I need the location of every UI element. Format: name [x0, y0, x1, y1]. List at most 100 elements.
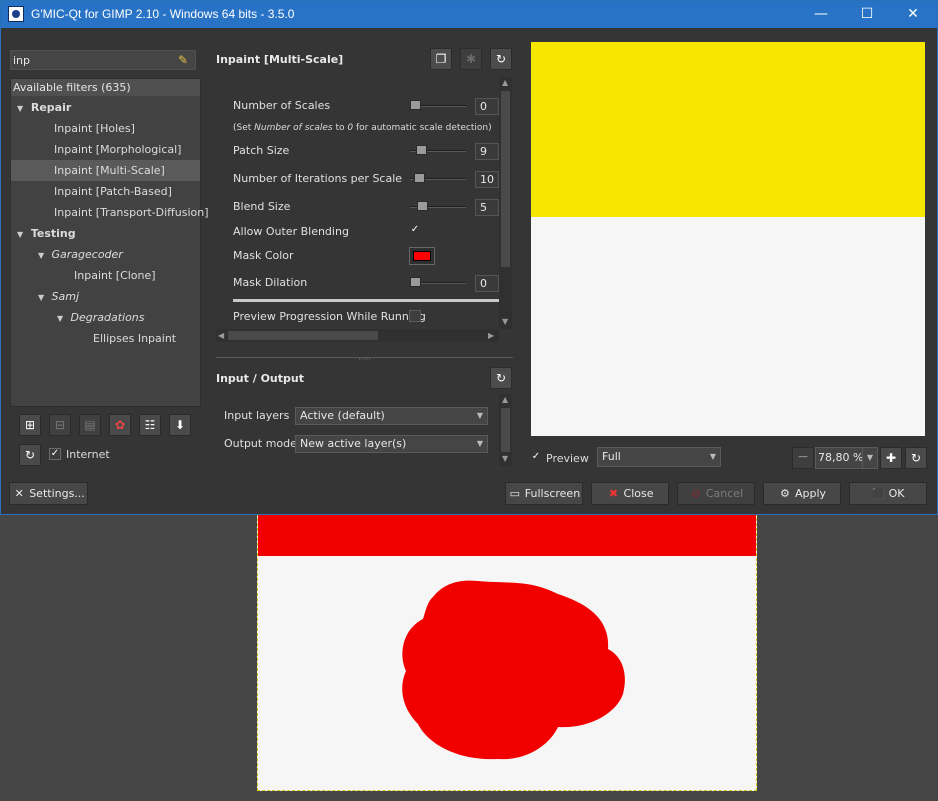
remove-fave-button[interactable]: ⊟ [49, 414, 71, 436]
tree-folder-garagecoder[interactable]: ▼ Garagecoder [38, 244, 123, 265]
slider-handle[interactable] [416, 145, 427, 155]
preview-yellow-region [531, 42, 925, 217]
params-horizontal-scrollbar[interactable]: ◀ ▶ [216, 329, 499, 342]
internet-checkbox[interactable]: ✓ [49, 448, 61, 460]
cancel-button[interactable]: ⊘ Cancel [677, 482, 755, 505]
params-vertical-scrollbar[interactable]: ▲ ▼ [499, 77, 512, 329]
scroll-up-icon[interactable]: ▲ [502, 395, 508, 404]
scroll-down-icon[interactable]: ▼ [502, 454, 508, 463]
zoom-level-box[interactable]: 78,80 % ▼ [815, 447, 878, 469]
preview-mode-select[interactable]: Full ▼ [597, 447, 721, 467]
selection-mode-button[interactable]: ☷ [139, 414, 161, 436]
tree-folder-samj[interactable]: ▼ Samj [38, 286, 79, 307]
tree-label: Testing [30, 227, 76, 240]
tree-item-inpaint-clone[interactable]: Inpaint [Clone] [74, 265, 156, 286]
mask-color-swatch [413, 251, 431, 261]
tree-item-inpaint-transport-diffusion[interactable]: Inpaint [Transport-Diffusion] [54, 202, 209, 223]
io-title: Input / Output [216, 372, 304, 385]
iterations-slider[interactable] [410, 173, 466, 183]
iterations-label: Number of Iterations per Scale [233, 172, 403, 185]
settings-button[interactable]: ✕ Settings... [9, 482, 88, 505]
scroll-left-icon[interactable]: ◀ [218, 331, 224, 340]
expand-collapse-button[interactable]: ⬇ [169, 414, 191, 436]
io-vertical-scrollbar[interactable]: ▲ ▼ [499, 394, 512, 466]
zoom-value: 78,80 % [818, 451, 864, 464]
gear-icon: ✱ [465, 52, 477, 66]
scales-label: Number of Scales [233, 99, 331, 112]
refresh-filters-button[interactable]: ↻ [19, 444, 41, 466]
blend-size-spinbox[interactable]: 5 [475, 199, 499, 216]
tree-item-inpaint-morphological[interactable]: Inpaint [Morphological] [54, 139, 181, 160]
layout-icon: ❐ [435, 52, 447, 66]
mask-color-label: Mask Color [233, 249, 294, 262]
tree-item-inpaint-patch-based[interactable]: Inpaint [Patch-Based] [54, 181, 172, 202]
patch-size-slider[interactable] [410, 145, 466, 155]
output-mode-select[interactable]: New active layer(s) ▼ [295, 435, 488, 453]
outer-blending-checkbox[interactable]: ✓ [409, 225, 421, 237]
rename-fave-button[interactable]: ▤ [79, 414, 101, 436]
select-value: New active layer(s) [300, 437, 407, 450]
scroll-up-icon[interactable]: ▲ [502, 78, 508, 87]
rename-icon: ▤ [84, 418, 96, 432]
scales-slider[interactable] [410, 100, 466, 110]
iterations-spinbox[interactable]: 10 [475, 171, 499, 188]
add-fave-button[interactable]: ⊞ [19, 414, 41, 436]
scrollbar-thumb[interactable] [501, 408, 510, 452]
tree-label: Garagecoder [51, 248, 123, 261]
clear-search-icon[interactable]: ✎ [178, 53, 192, 67]
blend-size-slider[interactable] [410, 201, 466, 211]
window-title: G'MIC-Qt for GIMP 2.10 - Windows 64 bits… [31, 7, 295, 21]
mask-dilation-spinbox[interactable]: 0 [475, 275, 499, 292]
tree-item-ellipses-inpaint[interactable]: Ellipses Inpaint [93, 328, 176, 349]
tree-item-inpaint-multi-scale[interactable]: Inpaint [Multi-Scale] [11, 160, 200, 181]
chevron-down-icon[interactable]: ▼ [862, 448, 877, 468]
close-window-button[interactable]: ✕ [890, 1, 936, 28]
progression-checkbox[interactable] [409, 310, 421, 322]
apply-button[interactable]: ⚙ Apply [763, 482, 841, 505]
scrollbar-thumb[interactable] [501, 91, 510, 267]
preview-image[interactable] [531, 42, 925, 436]
zoom-in-button[interactable]: ✚ [880, 447, 902, 469]
scales-spinbox[interactable]: 0 [475, 98, 499, 115]
expand-arrow-icon: ▼ [17, 104, 24, 113]
fullscreen-button[interactable]: ▭ Fullscreen [505, 482, 583, 505]
scroll-down-icon[interactable]: ▼ [502, 317, 508, 326]
slider-handle[interactable] [417, 201, 428, 211]
scrollbar-thumb[interactable] [228, 331, 378, 340]
reset-io-button[interactable]: ↻ [490, 367, 512, 389]
input-layers-select[interactable]: Active (default) ▼ [295, 407, 488, 425]
visibility-button[interactable]: ✿ [109, 414, 131, 436]
close-button[interactable]: ✖ Close [591, 482, 669, 505]
scroll-right-icon[interactable]: ▶ [488, 331, 494, 340]
internet-label: Internet [66, 448, 110, 461]
button-label: Settings... [29, 487, 85, 500]
tree-folder-testing[interactable]: ▼ Testing [17, 223, 76, 244]
zoom-reset-button[interactable]: ↻ [905, 447, 927, 469]
remove-fave-icon: ⊟ [54, 418, 66, 432]
filter-search-input[interactable] [13, 53, 173, 68]
reset-params-button[interactable]: ↻ [490, 48, 512, 70]
slider-handle[interactable] [410, 100, 421, 110]
tree-folder-repair[interactable]: ▼ Repair [17, 97, 71, 118]
fullscreen-icon: ▭ [509, 487, 520, 500]
list-check-icon: ☷ [144, 418, 156, 432]
panel-splitter[interactable]: ····· [216, 356, 513, 364]
slider-handle[interactable] [410, 277, 421, 287]
tree-folder-degradations[interactable]: ▼ Degradations [57, 307, 145, 328]
zoom-out-button[interactable]: − [792, 447, 814, 469]
tree-label: Degradations [70, 311, 145, 324]
minimize-button[interactable]: — [798, 1, 844, 28]
slider-handle[interactable] [414, 173, 425, 183]
random-seed-button[interactable]: ✱ [460, 48, 482, 70]
ok-button[interactable]: ⬛ OK [849, 482, 927, 505]
preview-checkbox[interactable]: ✓ [530, 452, 542, 464]
scales-note: (Set Number of scales to 0 for automatic… [233, 123, 492, 133]
note-text: Number of scales [254, 123, 333, 133]
mask-dilation-slider[interactable] [410, 277, 466, 287]
toggle-layout-button[interactable]: ❐ [430, 48, 452, 70]
ok-icon: ⬛ [871, 487, 886, 500]
mask-color-button[interactable] [409, 247, 435, 265]
patch-size-spinbox[interactable]: 9 [475, 143, 499, 160]
maximize-button[interactable]: ☐ [844, 1, 890, 28]
tree-item-inpaint-holes[interactable]: Inpaint [Holes] [54, 118, 135, 139]
